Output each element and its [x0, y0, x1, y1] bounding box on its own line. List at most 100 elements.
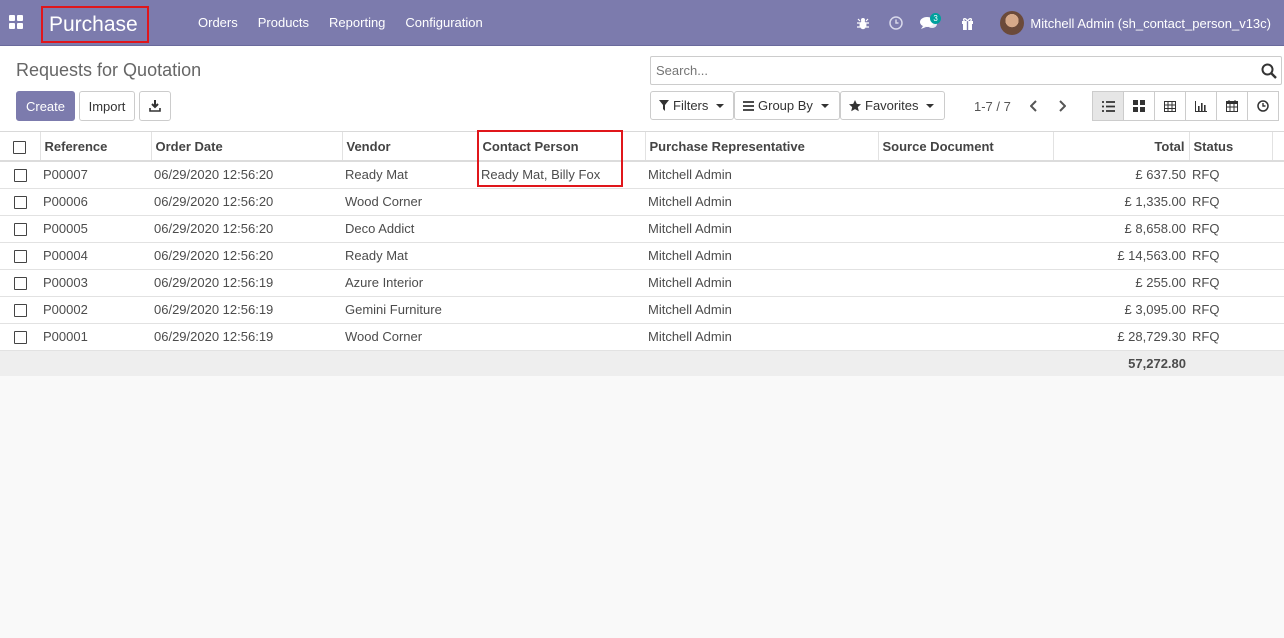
cell-representative: Mitchell Admin [645, 242, 878, 270]
graph-view-button[interactable] [1185, 91, 1217, 121]
table-row[interactable]: P00007 06/29/2020 12:56:20 Ready Mat Rea… [0, 161, 1284, 189]
select-all-checkbox[interactable] [13, 140, 27, 154]
main-menu: Orders Products Reporting Configuration [188, 0, 493, 46]
table-row[interactable]: P00004 06/29/2020 12:56:20 Ready Mat Mit… [0, 242, 1284, 270]
user-menu[interactable]: Mitchell Admin (sh_contact_person_v13c) [984, 0, 1284, 46]
row-select-cell[interactable] [0, 323, 40, 351]
download-button[interactable] [139, 91, 171, 121]
menu-configuration[interactable]: Configuration [395, 0, 492, 46]
gift-icon[interactable] [951, 0, 984, 46]
favorites-button[interactable]: Favorites [840, 91, 945, 120]
column-source-document[interactable]: Source Document [878, 132, 1054, 162]
menu-products[interactable]: Products [248, 0, 319, 46]
table-row[interactable]: P00005 06/29/2020 12:56:20 Deco Addict M… [0, 215, 1284, 243]
cell-total: £ 8,658.00 [1053, 215, 1189, 243]
row-select-cell[interactable] [0, 161, 40, 189]
favorites-label: Favorites [865, 98, 919, 113]
column-reference[interactable]: Reference [40, 132, 152, 162]
cell-source-document [878, 242, 1053, 270]
pager-previous[interactable] [1022, 94, 1046, 118]
cell-representative: Mitchell Admin [645, 161, 878, 189]
filters-button[interactable]: Filters [650, 91, 734, 120]
table-row[interactable]: P00002 06/29/2020 12:56:19 Gemini Furnit… [0, 296, 1284, 324]
row-select-cell[interactable] [0, 269, 40, 297]
cell-order-date: 06/29/2020 12:56:20 [151, 161, 342, 189]
row-checkbox[interactable] [13, 250, 27, 264]
chevron-left-icon [1030, 100, 1037, 112]
cell-representative: Mitchell Admin [645, 323, 878, 351]
cell-vendor: Ready Mat [342, 242, 478, 270]
search-input[interactable] [656, 57, 1246, 84]
apps-menu-icon[interactable] [9, 15, 23, 29]
column-representative[interactable]: Purchase Representative [645, 132, 879, 162]
import-button[interactable]: Import [79, 91, 135, 121]
column-vendor[interactable]: Vendor [342, 132, 479, 162]
footer-cell [645, 350, 878, 376]
groupby-button[interactable]: Group By [734, 91, 840, 120]
row-checkbox[interactable] [13, 277, 27, 291]
table-row[interactable]: P00006 06/29/2020 12:56:20 Wood Corner M… [0, 188, 1284, 216]
search-box [650, 56, 1282, 85]
cell-contact-person: Ready Mat, Billy Fox [478, 161, 645, 189]
table-row[interactable]: P00001 06/29/2020 12:56:19 Wood Corner M… [0, 323, 1284, 351]
cell-representative: Mitchell Admin [645, 296, 878, 324]
row-checkbox[interactable] [13, 223, 27, 237]
row-select-cell[interactable] [0, 215, 40, 243]
list-view-button[interactable] [1092, 91, 1124, 121]
messages-icon[interactable]: 3 [912, 0, 945, 46]
row-checkbox[interactable] [13, 331, 27, 345]
footer-cell [878, 350, 1053, 376]
menu-orders[interactable]: Orders [188, 0, 248, 46]
select-all-header[interactable] [0, 132, 41, 162]
cell-reference: P00005 [40, 215, 151, 243]
cell-status: RFQ [1189, 242, 1272, 270]
cell-reference: P00004 [40, 242, 151, 270]
menu-reporting[interactable]: Reporting [319, 0, 395, 46]
footer-cell [1189, 350, 1272, 376]
row-select-cell[interactable] [0, 242, 40, 270]
pager-value[interactable]: 1-7 / 7 [974, 99, 1011, 114]
groupby-label: Group By [758, 98, 813, 113]
column-total[interactable]: Total [1053, 132, 1190, 162]
cell-order-date: 06/29/2020 12:56:19 [151, 323, 342, 351]
calendar-view-button[interactable] [1216, 91, 1248, 121]
app-brand[interactable]: Purchase [41, 6, 149, 43]
kanban-view-icon [1133, 100, 1145, 112]
bug-icon[interactable] [846, 0, 879, 46]
row-select-cell[interactable] [0, 296, 40, 324]
activity-view-button[interactable] [1247, 91, 1279, 121]
column-contact-person[interactable]: Contact Person [478, 132, 646, 162]
cell-order-date: 06/29/2020 12:56:19 [151, 269, 342, 297]
table-row[interactable]: P00003 06/29/2020 12:56:19 Azure Interio… [0, 269, 1284, 297]
top-navbar: Purchase Orders Products Reporting Confi… [0, 0, 1284, 46]
cell-filler [1272, 242, 1284, 270]
cell-contact-person [478, 215, 645, 243]
pivot-view-button[interactable] [1154, 91, 1186, 121]
footer-cell [40, 350, 151, 376]
search-icon[interactable] [1261, 63, 1277, 79]
column-status[interactable]: Status [1189, 132, 1273, 162]
kanban-view-button[interactable] [1123, 91, 1155, 121]
column-filler [1272, 132, 1284, 162]
cell-reference: P00001 [40, 323, 151, 351]
cell-vendor: Deco Addict [342, 215, 478, 243]
pager-next[interactable] [1050, 94, 1074, 118]
footer-cell [0, 350, 40, 376]
footer-cell [342, 350, 478, 376]
cell-vendor: Ready Mat [342, 161, 478, 189]
column-order-date[interactable]: Order Date [151, 132, 343, 162]
cell-contact-person [478, 188, 645, 216]
row-checkbox[interactable] [13, 304, 27, 318]
grand-total: 57,272.80 [1053, 350, 1189, 376]
row-select-cell[interactable] [0, 188, 40, 216]
cell-total: £ 3,095.00 [1053, 296, 1189, 324]
star-icon [849, 99, 861, 111]
clock-icon[interactable] [879, 0, 912, 46]
row-checkbox[interactable] [13, 196, 27, 210]
cell-filler [1272, 323, 1284, 351]
create-button[interactable]: Create [16, 91, 75, 121]
row-checkbox[interactable] [13, 169, 27, 183]
table-icon [1164, 100, 1176, 112]
cell-filler [1272, 215, 1284, 243]
page-title: Requests for Quotation [16, 60, 202, 80]
